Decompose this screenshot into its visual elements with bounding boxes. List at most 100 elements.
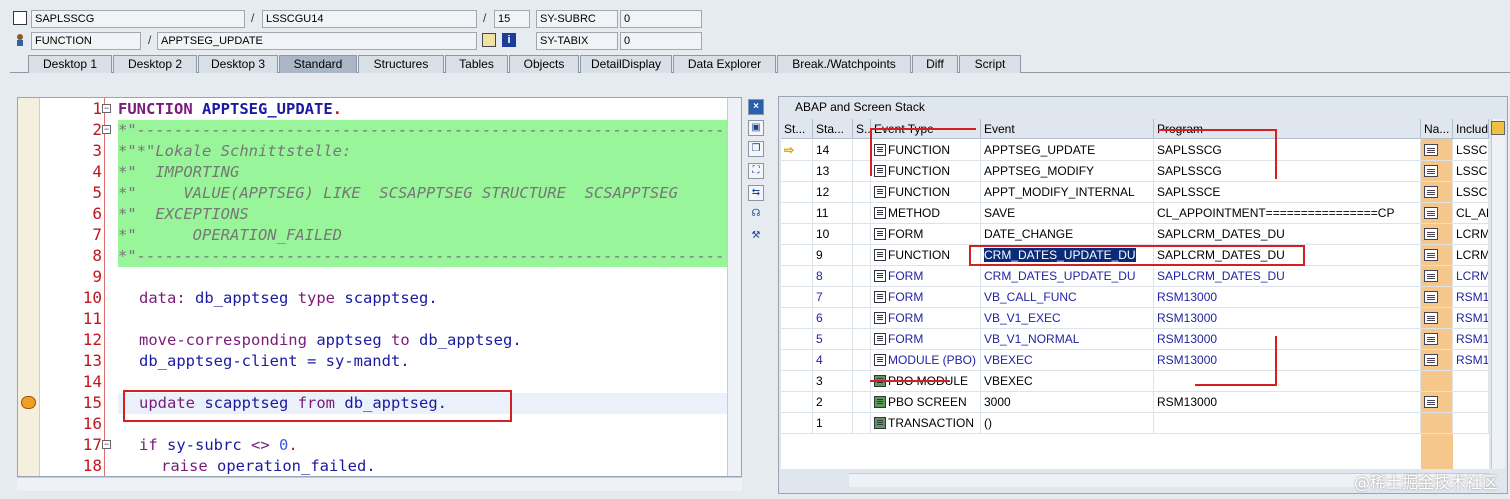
source-icon	[874, 270, 886, 282]
col-header-level[interactable]: Sta...	[813, 119, 853, 139]
col-header-status[interactable]: St...	[781, 119, 813, 139]
navigate-icon[interactable]	[1421, 266, 1453, 287]
editor-vertical-scrollbar[interactable]	[727, 98, 741, 476]
stack-row[interactable]: ⇨14 FUNCTIONAPPTSEG_UPDATESAPLSSCG LSSCG	[781, 140, 1489, 161]
stack-row[interactable]: 1 TRANSACTION()	[781, 413, 1489, 434]
navigate-icon[interactable]	[1421, 224, 1453, 245]
tab-standard[interactable]: Standard	[279, 55, 357, 73]
stack-level: 4	[813, 350, 853, 371]
navigate-icon[interactable]	[1421, 329, 1453, 350]
line-field[interactable]: 15	[494, 10, 530, 28]
info-icon[interactable]: i	[502, 33, 516, 47]
navigate-icon[interactable]	[1421, 245, 1453, 266]
swap-icon[interactable]: ⇆	[748, 185, 764, 201]
line-number: 5	[92, 183, 102, 202]
navigate-icon[interactable]	[1421, 350, 1453, 371]
navigate-icon[interactable]	[1421, 140, 1453, 161]
stack-row[interactable]: 10 FORMDATE_CHANGESAPLCRM_DATES_DU LCRM_	[781, 224, 1489, 245]
tab-diff[interactable]: Diff	[912, 55, 958, 73]
navigate-icon[interactable]	[1424, 333, 1438, 345]
tab-script[interactable]: Script	[959, 55, 1021, 73]
event-name: VB_CALL_FUNC	[981, 287, 1154, 308]
line-number: 17	[82, 435, 102, 454]
stack-row[interactable]: 13 FUNCTIONAPPTSEG_MODIFYSAPLSSCG LSSCG	[781, 161, 1489, 182]
tab-desktop-3[interactable]: Desktop 3	[198, 55, 278, 73]
navigate-icon[interactable]	[1421, 161, 1453, 182]
copy-icon[interactable]: ❐	[748, 141, 764, 157]
stack-s	[853, 350, 871, 371]
line-number: 12	[82, 330, 102, 349]
tab-watchpoints[interactable]: Break./Watchpoints	[777, 55, 911, 73]
column-settings-icon[interactable]	[1491, 121, 1505, 135]
fold-toggle-icon[interactable]: −	[102, 125, 111, 134]
navigate-icon[interactable]	[1424, 270, 1438, 282]
line-number: 18	[82, 456, 102, 475]
annotation-line	[870, 128, 872, 176]
col-header-s[interactable]: S...	[853, 119, 871, 139]
current-position-icon	[781, 308, 813, 329]
stack-level: 13	[813, 161, 853, 182]
fold-toggle-icon[interactable]: −	[102, 440, 111, 449]
stack-s	[853, 203, 871, 224]
col-header-navigate[interactable]: Na...	[1421, 119, 1453, 139]
navigate-icon[interactable]	[1424, 354, 1438, 366]
stack-row[interactable]: 5 FORMVB_V1_NORMALRSM13000 RSM13	[781, 329, 1489, 350]
stack-level: 6	[813, 308, 853, 329]
stack-row[interactable]: 7 FORMVB_CALL_FUNCRSM13000 RSM13	[781, 287, 1489, 308]
fold-toggle-icon[interactable]: −	[102, 104, 111, 113]
code-line-4: *" IMPORTING	[118, 162, 728, 183]
navigate-icon[interactable]	[1421, 308, 1453, 329]
sysfield-value-2[interactable]: 0	[620, 32, 702, 50]
stack-row[interactable]: 8 FORM CRM_DATES_UPDATE_DU SAPLCRM_DATES_DU…	[781, 266, 1489, 287]
line-number: 7	[92, 225, 102, 244]
event-name: APPTSEG_UPDATE	[981, 140, 1154, 161]
stack-row[interactable]: 6 FORMVB_V1_EXECRSM13000 RSM13	[781, 308, 1489, 329]
navigate-icon[interactable]	[1424, 228, 1438, 240]
tab-detaildisplay[interactable]: DetailDisplay	[580, 55, 672, 73]
annotation-line	[1275, 129, 1277, 179]
tab-tables[interactable]: Tables	[445, 55, 508, 73]
navigate-icon[interactable]	[1424, 291, 1438, 303]
code-line-3: *"*"Lokale Schnittstelle:	[118, 141, 728, 162]
new-window-icon[interactable]: ▣	[748, 120, 764, 136]
stack-row[interactable]: 11 METHOD SAVE CL_APPOINTMENT==============…	[781, 203, 1489, 224]
navigate-icon[interactable]	[1424, 249, 1438, 261]
include-field[interactable]: LSSCGU14	[262, 10, 477, 28]
navigate-icon[interactable]	[1424, 186, 1438, 198]
line-number: 2	[92, 120, 102, 139]
breakpoint-gutter[interactable]	[18, 98, 40, 476]
navigate-icon[interactable]	[1421, 203, 1453, 224]
editor-horizontal-scrollbar[interactable]	[17, 477, 742, 491]
navigate-icon[interactable]	[1424, 165, 1438, 177]
stack-vertical-scrollbar[interactable]	[1491, 119, 1505, 469]
col-header-event[interactable]: Event	[981, 119, 1154, 139]
stack-row[interactable]: 12 FUNCTION APPT_MODIFY_INTERNAL SAPLSSCE LS…	[781, 182, 1489, 203]
program-field[interactable]: SAPLSSCG	[31, 10, 245, 28]
stack-s	[853, 224, 871, 245]
screen-icon	[874, 396, 886, 408]
tab-data-explorer[interactable]: Data Explorer	[673, 55, 776, 73]
tab-desktop-2[interactable]: Desktop 2	[113, 55, 197, 73]
display-icon[interactable]	[482, 33, 496, 47]
navigate-icon[interactable]	[1424, 312, 1438, 324]
tab-structures[interactable]: Structures	[358, 55, 444, 73]
tools-icon[interactable]: ⚒	[748, 229, 764, 245]
source-icon	[874, 249, 886, 261]
stack-row[interactable]: 4 MODULE (PBO)VBEXECRSM13000 RSM13	[781, 350, 1489, 371]
stack-row[interactable]: 2 PBO SCREEN 3000 RSM13000	[781, 392, 1489, 413]
tab-desktop-1[interactable]: Desktop 1	[28, 55, 112, 73]
navigate-icon[interactable]	[1421, 287, 1453, 308]
maximize-icon[interactable]: ⛶	[748, 163, 764, 179]
tab-objects[interactable]: Objects	[509, 55, 579, 73]
navigate-icon[interactable]	[1424, 144, 1438, 156]
close-icon[interactable]: ×	[748, 99, 764, 115]
stack-level: 3	[813, 371, 853, 392]
sysfield-value-1[interactable]: 0	[620, 10, 702, 28]
code-line-18: raise operation_failed.	[161, 457, 376, 475]
navigate-icon[interactable]	[1424, 396, 1438, 408]
headset-icon[interactable]: ☊	[748, 207, 764, 223]
navigate-icon[interactable]	[1421, 392, 1453, 413]
col-header-include[interactable]: Includ	[1453, 119, 1489, 139]
navigate-icon[interactable]	[1424, 207, 1438, 219]
navigate-icon[interactable]	[1421, 182, 1453, 203]
